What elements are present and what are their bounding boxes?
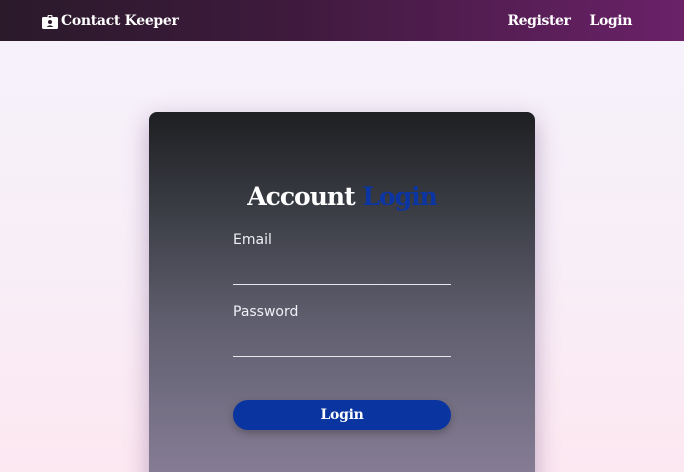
login-card: Account Login Email Password Login <box>149 112 535 472</box>
card-title-login: Login <box>362 182 437 211</box>
password-label: Password <box>233 304 299 320</box>
navbar: Contact Keeper Register Login <box>0 0 684 41</box>
brand[interactable]: Contact Keeper <box>42 13 179 29</box>
email-field[interactable] <box>233 259 451 285</box>
card-title-account: Account <box>247 182 355 211</box>
register-link[interactable]: Register <box>507 13 570 29</box>
login-button[interactable]: Login <box>233 400 451 430</box>
id-badge-icon <box>42 14 58 29</box>
password-field[interactable] <box>233 331 451 357</box>
login-link[interactable]: Login <box>590 13 633 29</box>
nav-links: Register Login <box>507 13 632 29</box>
email-label: Email <box>233 232 272 248</box>
card-title: Account Login <box>149 184 535 209</box>
brand-title: Contact Keeper <box>61 12 179 29</box>
